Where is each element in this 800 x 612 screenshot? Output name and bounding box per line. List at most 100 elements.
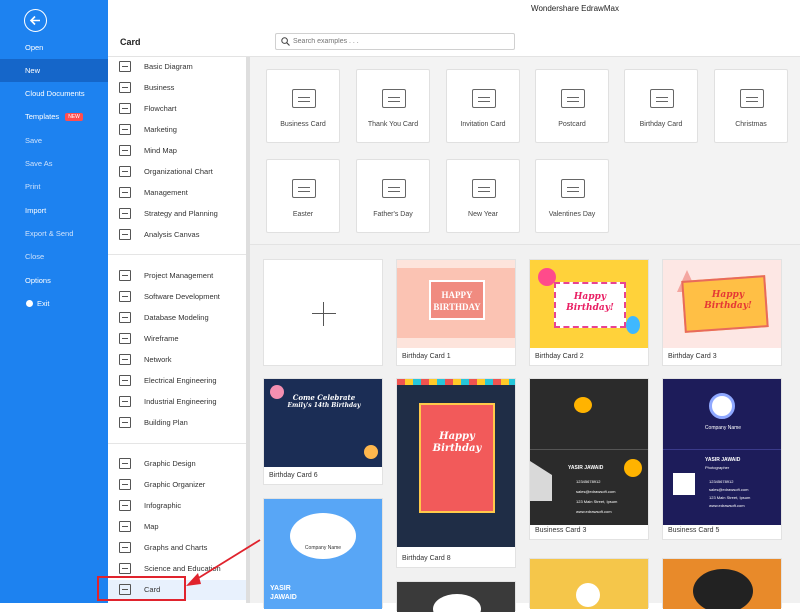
category-label: Network (144, 355, 172, 364)
category-graphic-organizer[interactable]: Graphic Organizer (108, 475, 246, 495)
category-basic-diagram[interactable]: Basic Diagram (108, 57, 246, 77)
category-organizational-chart[interactable]: Organizational Chart (108, 162, 246, 182)
back-button[interactable] (24, 9, 47, 32)
menu-print[interactable]: Print (0, 175, 108, 198)
category-business[interactable]: Business (108, 78, 246, 98)
template-card[interactable]: Company Name YASIR JAWAID Photographer 1… (662, 378, 782, 540)
tile-valentines-day[interactable]: Valentines Day (535, 159, 609, 233)
business-icon (119, 82, 131, 93)
menu-close[interactable]: Close (0, 245, 108, 268)
category-marketing[interactable]: Marketing (108, 120, 246, 140)
tile-thank-you-card[interactable]: Thank You Card (356, 69, 430, 143)
category-analysis-canvas[interactable]: Analysis Canvas (108, 225, 246, 245)
thumb-title: HAPPY BIRTHDAY (429, 280, 485, 320)
graphic-organizer-icon (119, 479, 131, 490)
menu-import[interactable]: Import (0, 199, 108, 222)
template-card[interactable]: Happy Birthday! Birthday Card 2 (529, 259, 649, 366)
tile-postcard[interactable]: Postcard (535, 69, 609, 143)
category-mind-map[interactable]: Mind Map (108, 141, 246, 161)
category-electrical-engineering[interactable]: Electrical Engineering (108, 371, 246, 391)
flowchart-icon (119, 103, 131, 114)
template-card[interactable] (529, 558, 649, 609)
tile-invitation-card[interactable]: Invitation Card (446, 69, 520, 143)
template-card[interactable]: HAPPY BIRTHDAY Birthday Card 1 (396, 259, 516, 366)
category-infographic[interactable]: Infographic (108, 496, 246, 516)
template-label: Birthday Card 2 (535, 353, 584, 360)
menu-open[interactable]: Open (0, 36, 108, 59)
menu-cloud-documents[interactable]: Cloud Documents (0, 82, 108, 105)
network-icon (119, 354, 131, 365)
category-project-management[interactable]: Project Management (108, 266, 246, 286)
menu-exit[interactable]: Exit (0, 292, 108, 315)
category-database-modeling[interactable]: Database Modeling (108, 308, 246, 328)
template-card[interactable] (662, 558, 782, 609)
category-label: Software Development (144, 292, 220, 301)
template-card[interactable]: Company Name YASIR JAWAID (263, 498, 383, 609)
tile-fathers-day[interactable]: Father's Day (356, 159, 430, 233)
category-divider (108, 443, 246, 444)
birthday-cake-icon (650, 89, 674, 108)
thumb-phone: 12345678912 (709, 479, 734, 484)
thumb-company: Company Name (304, 545, 342, 551)
org-chart-icon (119, 166, 131, 177)
category-software-development[interactable]: Software Development (108, 287, 246, 307)
science-icon (119, 563, 131, 574)
tile-business-card[interactable]: Business Card (266, 69, 340, 143)
category-strategy-planning[interactable]: Strategy and Planning (108, 204, 246, 224)
tile-label: Business Card (280, 121, 326, 128)
template-card[interactable]: Come Celebrate Emily's 14th Birthday Bir… (263, 378, 383, 485)
template-card[interactable]: Happy Birthday Birthday Card 8 (396, 378, 516, 568)
template-thumbnail: Company Name YASIR JAWAID Photographer 1… (663, 379, 781, 525)
tile-label: Christmas (735, 121, 767, 128)
calendar-heart-icon (561, 179, 585, 198)
menu-save[interactable]: Save (0, 129, 108, 152)
category-flowchart[interactable]: Flowchart (108, 99, 246, 119)
category-wireframe[interactable]: Wireframe (108, 329, 246, 349)
app-title: Wondershare EdrawMax (531, 4, 619, 13)
menu-templates[interactable]: Templates NEW (0, 105, 108, 128)
search-input[interactable] (293, 35, 508, 48)
category-building-plan[interactable]: Building Plan (108, 413, 246, 433)
tile-birthday-card[interactable]: Birthday Card (624, 69, 698, 143)
template-gallery: HAPPY BIRTHDAY Birthday Card 1 Happy Bir… (250, 246, 800, 612)
thumb-title-line2: Birthday (432, 443, 482, 454)
menu-options[interactable]: Options (0, 269, 108, 292)
template-card[interactable]: Happy Birthday! Birthday Card 3 (662, 259, 782, 366)
category-graphic-design[interactable]: Graphic Design (108, 454, 246, 474)
category-divider (108, 254, 246, 255)
tile-label: Valentines Day (548, 211, 596, 218)
category-sidebar: Basic Diagram Business Flowchart Marketi… (108, 57, 250, 603)
template-thumbnail (663, 559, 781, 609)
tile-label: Thank You Card (367, 121, 419, 128)
thumb-title: Happy Birthday! (566, 292, 614, 313)
basic-diagram-icon (119, 61, 131, 72)
category-label: Analysis Canvas (144, 230, 200, 239)
blank-template[interactable] (263, 259, 383, 366)
template-label: Birthday Card 3 (668, 353, 717, 360)
category-industrial-engineering[interactable]: Industrial Engineering (108, 392, 246, 412)
menu-save-as[interactable]: Save As (0, 152, 108, 175)
tile-label: New Year (468, 211, 498, 218)
category-label: Database Modeling (144, 313, 209, 322)
search-box[interactable] (275, 33, 515, 50)
project-management-icon (119, 270, 131, 281)
template-label: Birthday Card 1 (402, 353, 451, 360)
template-card[interactable] (396, 581, 516, 612)
category-label: Map (144, 522, 159, 531)
menu-new[interactable]: New (0, 59, 108, 82)
category-label: Wireframe (144, 334, 179, 343)
menu-templates-label: Templates (25, 112, 60, 121)
tile-new-year[interactable]: New Year (446, 159, 520, 233)
template-thumbnail: HAPPY BIRTHDAY (397, 260, 515, 348)
template-card[interactable]: YASIR JAWAID 12345678912 sales@edrawsoft… (529, 378, 649, 540)
marketing-icon (119, 124, 131, 135)
back-arrow-icon (29, 15, 40, 26)
menu-export-send[interactable]: Export & Send (0, 222, 108, 245)
category-map[interactable]: Map (108, 517, 246, 537)
category-network[interactable]: Network (108, 350, 246, 370)
map-icon (119, 521, 131, 532)
category-management[interactable]: Management (108, 183, 246, 203)
tile-label: Postcard (558, 121, 586, 128)
tile-christmas[interactable]: Christmas (714, 69, 788, 143)
tile-easter[interactable]: Easter (266, 159, 340, 233)
